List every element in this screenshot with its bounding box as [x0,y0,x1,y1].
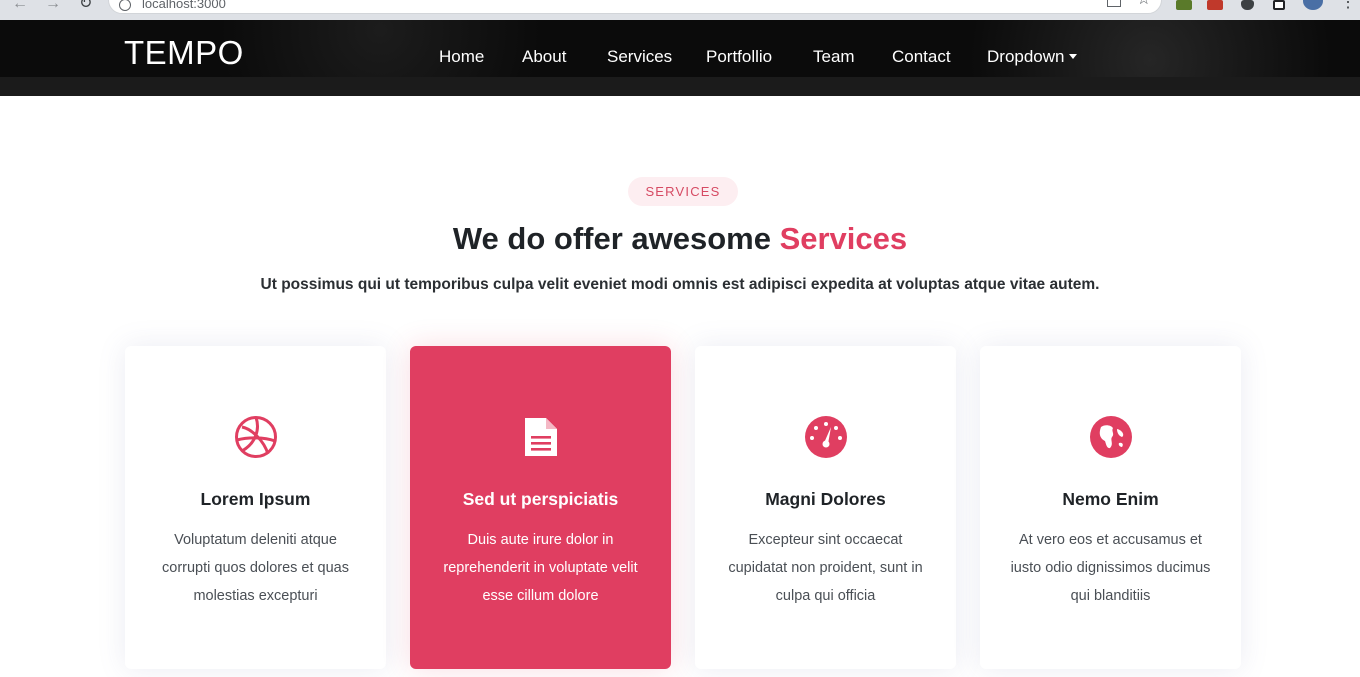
nav-item-about[interactable]: About [522,47,566,67]
forward-arrow-icon[interactable]: → [45,0,61,14]
service-card-lorem-ipsum[interactable]: Lorem Ipsum Voluptatum deleniti atque co… [125,346,386,669]
address-bar-url[interactable]: localhost:3000 [142,0,226,11]
card-description: Excepteur sint occaecat cupidatat non pr… [728,532,923,604]
card-title: Lorem Ipsum [200,489,311,509]
nav-item-contact[interactable]: Contact [892,47,951,67]
service-card-magni-dolores[interactable]: Magni Dolores Excepteur sint occaecat cu… [695,346,956,669]
section-title-accent: Services [779,221,908,256]
section-title: We do offer awesome Services [0,218,1360,260]
bookmark-star-icon[interactable]: ☆ [1137,0,1151,8]
nav-item-dropdown[interactable]: Dropdown [987,47,1077,67]
card-title: Sed ut perspiciatis [462,489,619,509]
extension-icon[interactable] [1207,0,1223,10]
section-title-prefix: We do offer awesome [452,221,780,256]
card-title: Magni Dolores [765,489,886,509]
caret-down-icon [1068,54,1077,59]
nav-dropdown-label: Dropdown [987,47,1065,66]
speedometer-icon [805,416,847,458]
browser-menu-icon[interactable]: ⋮ [1340,0,1356,11]
service-card-sed-ut-perspiciatis[interactable]: Sed ut perspiciatis Duis aute irure dolo… [410,346,671,669]
section-badge-label: SERVICES [645,184,721,199]
profile-avatar[interactable] [1303,0,1323,10]
extension-icon[interactable] [1176,0,1192,10]
reload-icon[interactable]: ↻ [79,0,92,14]
header-bottom-strip [0,77,1360,96]
nav-item-portfolio[interactable]: Portfollio [706,47,772,67]
file-text-icon [525,418,557,456]
nav-item-services[interactable]: Services [607,47,672,67]
address-bar[interactable]: localhost:3000 ☆ [108,0,1162,14]
section-badge: SERVICES [628,177,738,206]
section-subtitle: Ut possimus qui ut temporibus culpa veli… [260,276,1100,293]
card-description: At vero eos et accusamus et iusto odio d… [1010,532,1211,604]
nav-item-home[interactable]: Home [439,47,484,67]
puzzle-extensions-icon[interactable] [1241,0,1254,10]
share-icon[interactable] [1107,0,1121,7]
service-card-nemo-enim[interactable]: Nemo Enim At vero eos et accusamus et iu… [980,346,1241,669]
dribbble-icon [235,416,277,458]
card-title: Nemo Enim [1062,489,1159,509]
card-description: Voluptatum deleniti atque corrupti quos … [162,532,349,604]
site-header: TEMPO Home About Services Portfollio Tea… [0,20,1360,96]
back-arrow-icon[interactable]: ← [12,0,28,14]
browser-toolbar: ← → ↻ localhost:3000 ☆ ⋮ [0,0,1360,20]
side-panel-icon[interactable] [1273,0,1285,10]
globe-icon [1090,416,1132,458]
card-description: Duis aute irure dolor in reprehenderit i… [443,532,638,604]
nav-item-team[interactable]: Team [813,47,855,67]
site-info-icon[interactable] [119,0,131,11]
site-logo[interactable]: TEMPO [124,34,244,72]
